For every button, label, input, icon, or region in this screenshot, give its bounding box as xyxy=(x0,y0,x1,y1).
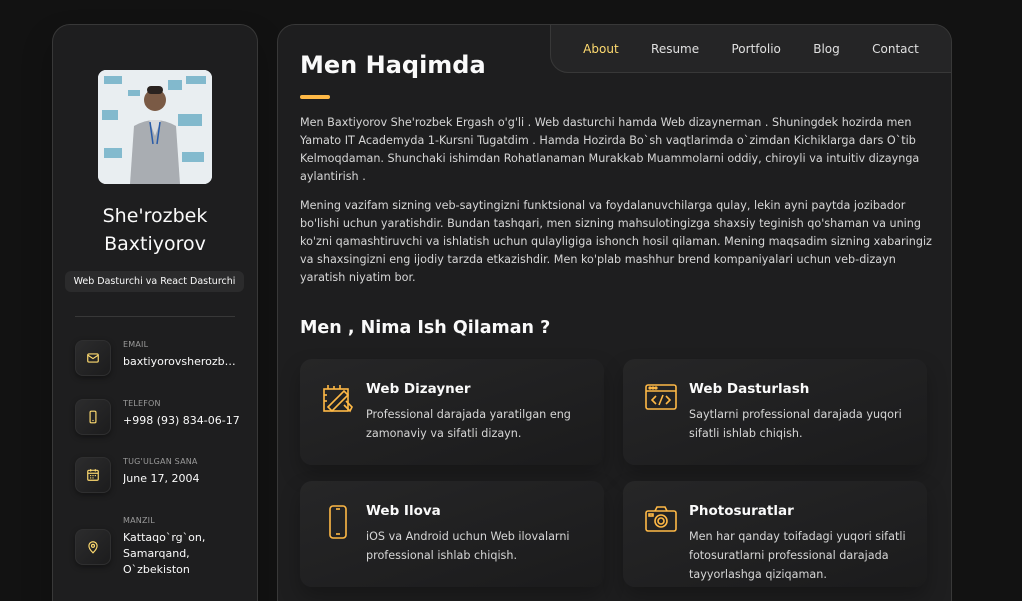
about-paragraph: Mening vazifam sizning veb-saytingizni f… xyxy=(300,199,932,284)
contact-label: MANZIL xyxy=(123,516,155,525)
contact-label: TELEFON xyxy=(123,399,161,408)
code-icon xyxy=(645,383,677,417)
contact-label: TUG'ULGAN SANA xyxy=(123,457,198,466)
nav-contact[interactable]: Contact xyxy=(872,42,919,56)
sidebar-separator xyxy=(75,316,235,317)
navbar: About Resume Portfolio Blog Contact xyxy=(550,25,951,73)
service-title: Photosuratlar xyxy=(689,503,794,519)
contact-address: MANZIL Kattaqo`rg`on, Samarqand, O`zbeki… xyxy=(75,516,245,576)
avatar xyxy=(98,70,212,184)
service-description: Professional darajada yaratilgan eng zam… xyxy=(366,408,571,440)
service-description: iOS va Android uchun Web ilovalarni prof… xyxy=(366,530,570,562)
nav-about[interactable]: About xyxy=(583,42,618,56)
profile-sidebar: She'rozbek Baxtiyorov Web Dasturchi va R… xyxy=(52,24,258,601)
design-icon xyxy=(322,383,354,419)
profile-title-badge: Web Dasturchi va React Dasturchi xyxy=(65,271,244,292)
nav-blog[interactable]: Blog xyxy=(813,42,840,56)
page-title: Men Haqimda xyxy=(300,51,486,79)
service-card: Web Ilova iOS va Android uchun Web ilova… xyxy=(300,481,604,587)
service-title: Web Dasturlash xyxy=(689,381,810,397)
profile-name: She'rozbek Baxtiyorov xyxy=(102,205,208,255)
camera-icon xyxy=(645,505,677,537)
mail-icon xyxy=(75,340,111,376)
contact-email: EMAIL baxtiyorovsherozbek@gmail.com xyxy=(75,340,245,380)
nav-resume[interactable]: Resume xyxy=(651,42,699,56)
email-link[interactable]: baxtiyorovsherozbek@gmail.com xyxy=(123,354,241,370)
service-card: Web Dizayner Professional darajada yarat… xyxy=(300,359,604,465)
mobile-icon xyxy=(328,505,348,543)
birthday-value: June 17, 2004 xyxy=(123,472,200,485)
service-title: Web Dizayner xyxy=(366,381,471,397)
about-paragraph: Men Baxtiyorov She'rozbek Ergash o'g'li … xyxy=(300,116,920,183)
service-description: Saytlarni professional darajada yuqori s… xyxy=(689,408,902,440)
address-value: Kattaqo`rg`on, Samarqand, O`zbekiston xyxy=(123,531,206,576)
services-title: Men , Nima Ish Qilaman ? xyxy=(300,318,551,338)
service-title: Web Ilova xyxy=(366,503,441,519)
calendar-icon xyxy=(75,457,111,493)
title-underline xyxy=(300,95,330,99)
service-card: Web Dasturlash Saytlarni professional da… xyxy=(623,359,927,465)
nav-portfolio[interactable]: Portfolio xyxy=(732,42,781,56)
location-icon xyxy=(75,529,111,565)
contact-phone: TELEFON +998 (93) 834-06-17 xyxy=(75,399,245,439)
main-content: About Resume Portfolio Blog Contact Men … xyxy=(277,24,952,601)
phone-link[interactable]: +998 (93) 834-06-17 xyxy=(123,413,241,429)
service-description: Men har qanday toifadagi yuqori sifatli … xyxy=(689,530,906,581)
contact-label: EMAIL xyxy=(123,340,149,349)
contact-birthday: TUG'ULGAN SANA June 17, 2004 xyxy=(75,457,245,497)
phone-icon xyxy=(75,399,111,435)
service-card: Photosuratlar Men har qanday toifadagi y… xyxy=(623,481,927,587)
